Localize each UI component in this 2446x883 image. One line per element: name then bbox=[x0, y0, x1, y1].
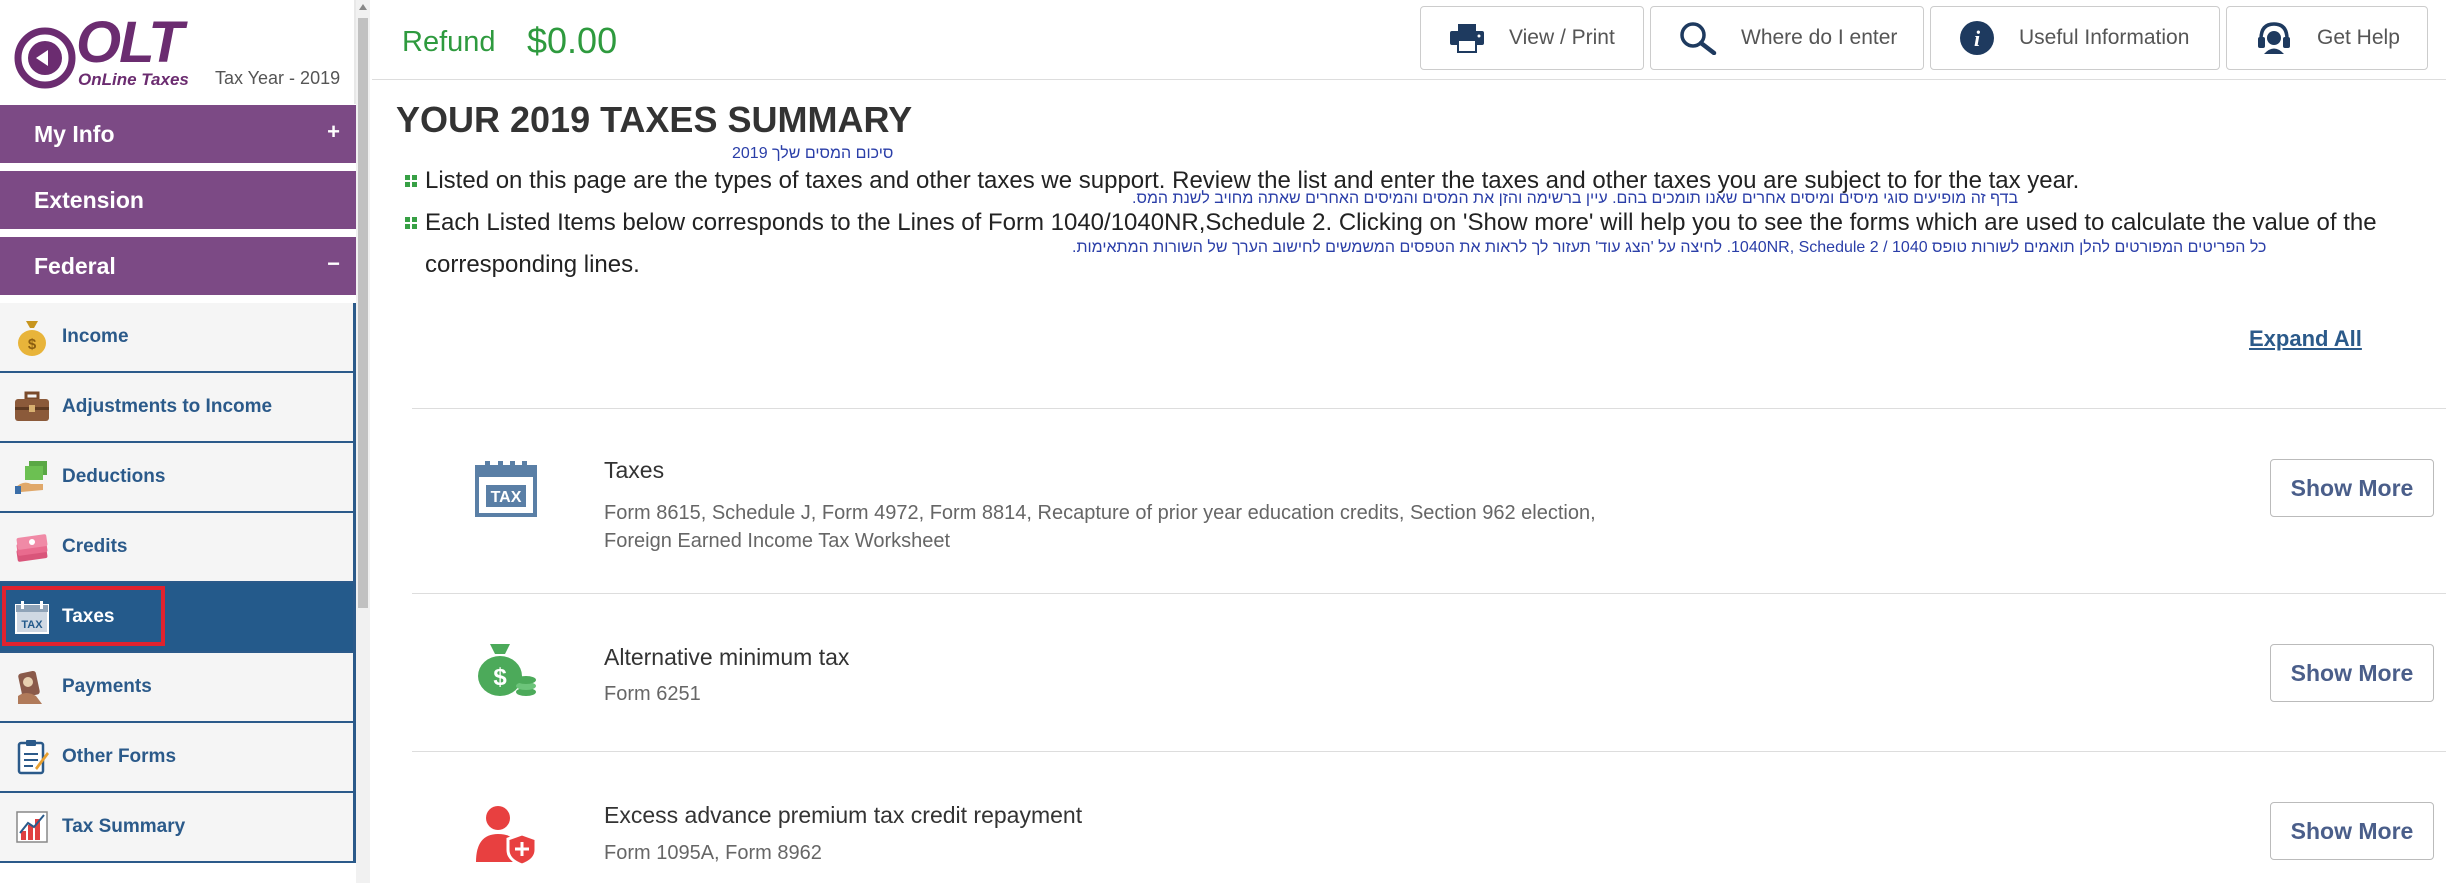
person-shield-icon bbox=[474, 802, 538, 871]
highlight-box bbox=[2, 586, 165, 646]
row-description: Form 8615, Schedule J, Form 4972, Form 8… bbox=[604, 502, 1596, 524]
page-title: YOUR 2019 TAXES SUMMARY bbox=[396, 99, 913, 140]
scrollbar-thumb[interactable] bbox=[358, 18, 368, 608]
logo-circle-icon bbox=[14, 27, 76, 89]
sidebar-section-label: Extension bbox=[34, 186, 144, 213]
logo-subtitle: OnLine Taxes bbox=[78, 70, 189, 89]
where-do-i-enter-button[interactable]: Where do I enter bbox=[1650, 6, 1924, 70]
row-description: Form 6251 bbox=[604, 683, 701, 705]
money-bag-coins-icon: $ bbox=[474, 640, 538, 705]
row-title: Alternative minimum tax bbox=[604, 644, 850, 670]
intro-text-hebrew: כל הפריטים המפורטים להלן תואמים לשורות ט… bbox=[1072, 239, 2267, 256]
sidebar-item-label: Income bbox=[62, 326, 129, 347]
support-agent-icon bbox=[2255, 21, 2293, 55]
row-title: Taxes bbox=[604, 457, 665, 483]
svg-text:$: $ bbox=[28, 336, 37, 353]
money-stack-icon bbox=[12, 527, 52, 567]
main-content: YOUR 2019 TAXES SUMMARY סיכום המסים שלך … bbox=[372, 81, 2446, 883]
sidebar-item-label: Adjustments to Income bbox=[62, 396, 273, 417]
sidebar-item-deductions[interactable]: Deductions bbox=[0, 443, 356, 513]
svg-text:$: $ bbox=[493, 664, 507, 691]
tax-row-taxes: TAX Taxes Form 8615, Schedule J, Form 49… bbox=[412, 408, 2446, 592]
chart-icon bbox=[12, 807, 52, 847]
intro-text: corresponding lines. bbox=[425, 251, 640, 278]
sidebar-item-label: Payments bbox=[62, 676, 152, 697]
logo-text: OLT bbox=[76, 10, 184, 75]
refund-value: $0.00 bbox=[527, 20, 618, 61]
button-label: Useful Information bbox=[2019, 26, 2190, 49]
sidebar-section-federal[interactable]: Federal − bbox=[0, 237, 356, 299]
clipboard-icon bbox=[12, 737, 52, 777]
bullet-icon bbox=[405, 175, 417, 187]
printer-icon bbox=[1449, 23, 1485, 53]
tax-row-amt: $ Alternative minimum tax Form 6251 Show… bbox=[412, 593, 2446, 750]
sidebar-item-adjustments[interactable]: Adjustments to Income bbox=[0, 373, 356, 443]
row-description: Foreign Earned Income Tax Worksheet bbox=[604, 530, 951, 552]
sidebar-item-label: Credits bbox=[62, 536, 128, 557]
show-more-button[interactable]: Show More bbox=[2270, 802, 2434, 860]
refund-label: Refund bbox=[402, 26, 496, 58]
sidebar-item-taxes[interactable]: TAX Taxes bbox=[0, 583, 356, 653]
search-icon bbox=[1679, 21, 1717, 55]
sidebar-section-my-info[interactable]: My Info + bbox=[0, 105, 356, 167]
tax-calendar-icon: TAX bbox=[474, 459, 538, 524]
show-more-button[interactable]: Show More bbox=[2270, 459, 2434, 517]
collapse-icon: − bbox=[327, 251, 340, 276]
sidebar-item-other-forms[interactable]: Other Forms bbox=[0, 723, 356, 793]
scroll-up-arrow-icon[interactable] bbox=[359, 4, 367, 10]
sidebar-item-label: Deductions bbox=[62, 466, 166, 487]
info-icon: i bbox=[1959, 20, 1995, 56]
sidebar-item-payments[interactable]: Payments bbox=[0, 653, 356, 723]
svg-text:i: i bbox=[1974, 26, 1981, 51]
header: Refund $0.00 View / Print Where do I ent… bbox=[372, 0, 2446, 80]
logo[interactable]: OLT OnLine Taxes Tax Year - 2019 bbox=[0, 0, 356, 104]
briefcase-icon bbox=[12, 387, 52, 427]
intro-text: Each Listed Items below corresponds to t… bbox=[425, 209, 2377, 236]
show-more-button[interactable]: Show More bbox=[2270, 644, 2434, 702]
svg-text:TAX: TAX bbox=[491, 489, 522, 506]
sidebar: OLT OnLine Taxes Tax Year - 2019 My Info… bbox=[0, 0, 356, 883]
get-help-button[interactable]: Get Help bbox=[2226, 6, 2428, 70]
payment-hand-icon bbox=[12, 667, 52, 707]
sidebar-scrollbar[interactable] bbox=[356, 0, 370, 883]
sidebar-section-extension[interactable]: Extension bbox=[0, 171, 356, 233]
tax-year-label: Tax Year - 2019 bbox=[215, 68, 341, 88]
row-title: Excess advance premium tax credit repaym… bbox=[604, 802, 1083, 828]
button-label: Get Help bbox=[2317, 26, 2400, 49]
tax-row-premium-credit: Excess advance premium tax credit repaym… bbox=[412, 751, 2446, 883]
view-print-button[interactable]: View / Print bbox=[1420, 6, 1644, 70]
expand-all-link[interactable]: Expand All bbox=[2249, 326, 2362, 352]
row-description: Form 1095A, Form 8962 bbox=[604, 842, 822, 864]
useful-information-button[interactable]: i Useful Information bbox=[1930, 6, 2220, 70]
expand-icon: + bbox=[327, 119, 340, 144]
sidebar-item-tax-summary[interactable]: Tax Summary bbox=[0, 793, 356, 863]
sidebar-item-credits[interactable]: Credits bbox=[0, 513, 356, 583]
sidebar-item-label: Other Forms bbox=[62, 746, 177, 767]
hand-money-icon bbox=[12, 457, 52, 497]
app: OLT OnLine Taxes Tax Year - 2019 My Info… bbox=[0, 0, 2446, 883]
button-label: View / Print bbox=[1509, 26, 1615, 49]
sidebar-section-label: Federal bbox=[34, 252, 116, 279]
bullet-icon bbox=[405, 217, 417, 229]
money-bag-icon: $ bbox=[12, 317, 52, 357]
sidebar-section-label: My Info bbox=[34, 120, 115, 147]
button-label: Where do I enter bbox=[1741, 26, 1898, 49]
sidebar-item-income[interactable]: $ Income bbox=[0, 303, 356, 373]
sidebar-item-label: Tax Summary bbox=[62, 816, 186, 837]
